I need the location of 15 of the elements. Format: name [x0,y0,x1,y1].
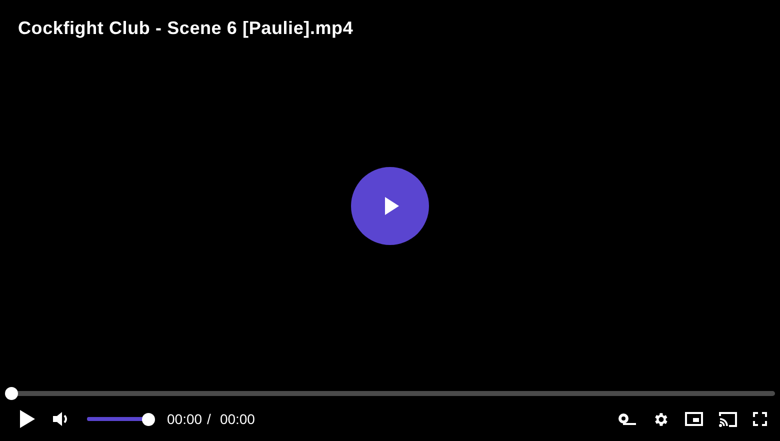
current-time: 00:00 [167,411,202,427]
volume-slider[interactable] [87,412,155,426]
cast-icon[interactable] [719,412,737,426]
volume-icon[interactable] [53,412,70,426]
video-title: Cockfight Club - Scene 6 [Paulie].mp4 [17,17,354,39]
fullscreen-icon[interactable] [753,412,767,426]
progress-handle[interactable] [5,387,18,400]
picture-in-picture-icon[interactable] [685,412,703,426]
progress-slider[interactable] [5,387,775,400]
settings-icon[interactable] [652,410,669,428]
volume-handle[interactable] [142,412,155,426]
time-separator: / [207,411,211,427]
duration-time: 00:00 [220,411,255,427]
play-icon[interactable] [19,410,35,428]
play-icon [384,196,400,216]
